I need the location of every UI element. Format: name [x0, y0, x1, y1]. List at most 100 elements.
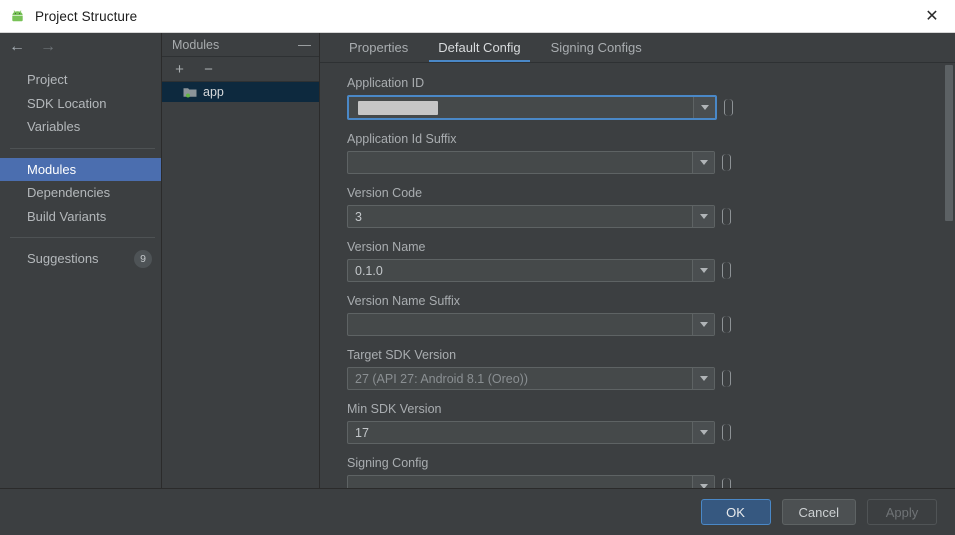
tab-properties[interactable]: Properties	[334, 33, 423, 62]
field-label-signing-config: Signing Config	[347, 456, 429, 470]
combo-value-application-id[interactable]	[349, 100, 693, 115]
tab-signing-configs[interactable]: Signing Configs	[536, 33, 657, 62]
android-icon	[9, 8, 26, 25]
chevron-down-icon[interactable]	[692, 152, 714, 173]
field-row	[347, 95, 955, 120]
modules-toolbar: + −	[162, 57, 319, 82]
dialog-body: ← → Project SDK Location Variables Modules D…	[0, 33, 955, 488]
combo-application-id[interactable]	[347, 95, 717, 120]
module-row[interactable]: app	[162, 82, 319, 102]
chevron-down-icon[interactable]	[692, 314, 714, 335]
tab-label: Signing Configs	[550, 40, 642, 55]
module-row-label: app	[203, 85, 224, 99]
sidebar-item-sdk-location[interactable]: SDK Location	[0, 92, 161, 116]
sidebar-divider	[10, 237, 155, 238]
sidebar-nav-arrows: ← →	[0, 33, 161, 61]
sidebar-item-build-variants[interactable]: Build Variants	[0, 205, 161, 229]
combo-min-sdk-version[interactable]: 17	[347, 421, 715, 444]
field-version-name: Version Name 0.1.0	[320, 240, 955, 282]
variable-binding-icon[interactable]	[722, 370, 731, 387]
collapse-icon[interactable]: —	[298, 38, 311, 51]
content-pane: Properties Default Config Signing Configs …	[320, 33, 955, 488]
chevron-down-icon[interactable]	[692, 476, 714, 488]
field-label-application-id-suffix: Application Id Suffix	[347, 132, 457, 146]
field-row: 27 (API 27: Android 8.1 (Oreo))	[347, 367, 955, 390]
chevron-down-icon[interactable]	[693, 97, 715, 118]
combo-value-min-sdk-version[interactable]: 17	[348, 426, 692, 440]
close-icon[interactable]: ✕	[909, 0, 955, 33]
variable-binding-icon[interactable]	[722, 478, 731, 488]
field-row	[347, 475, 955, 488]
vertical-scrollbar[interactable]	[942, 63, 955, 488]
field-row: 17	[347, 421, 955, 444]
cancel-button[interactable]: Cancel	[781, 499, 856, 525]
field-row	[347, 151, 955, 174]
sidebar-item-label: SDK Location	[27, 95, 107, 111]
field-version-code: Version Code 3	[320, 186, 955, 228]
redacted-value	[358, 100, 438, 115]
window-titlebar: Project Structure ✕	[0, 0, 955, 33]
sidebar-item-variables[interactable]: Variables	[0, 115, 161, 139]
variable-binding-icon[interactable]	[722, 154, 731, 171]
field-target-sdk-version: Target SDK Version 27 (API 27: Android 8.…	[320, 348, 955, 390]
ok-button[interactable]: OK	[700, 499, 771, 525]
combo-target-sdk-version[interactable]: 27 (API 27: Android 8.1 (Oreo))	[347, 367, 715, 390]
variable-binding-icon[interactable]	[722, 424, 731, 441]
variable-binding-icon[interactable]	[722, 316, 731, 333]
sidebar-item-label: Project	[27, 72, 68, 88]
field-label-target-sdk-version: Target SDK Version	[347, 348, 457, 362]
chevron-down-icon[interactable]	[692, 422, 714, 443]
combo-value-target-sdk-version[interactable]: 27 (API 27: Android 8.1 (Oreo))	[348, 372, 692, 386]
forward-arrow-icon[interactable]: →	[39, 39, 57, 55]
remove-module-button[interactable]: −	[202, 62, 215, 77]
window-title: Project Structure	[35, 8, 138, 24]
tab-bar: Properties Default Config Signing Configs	[320, 33, 955, 63]
sidebar-item-label: Dependencies	[27, 185, 111, 201]
tab-label: Properties	[349, 40, 409, 55]
combo-version-name[interactable]: 0.1.0	[347, 259, 715, 282]
add-module-button[interactable]: +	[173, 62, 186, 77]
sidebar-item-label: Variables	[27, 119, 81, 135]
combo-signing-config[interactable]	[347, 475, 715, 488]
project-structure-dialog: Project Structure ✕ ← → Project SDK Locat…	[0, 0, 955, 535]
field-row: 0.1.0	[347, 259, 955, 282]
sidebar-item-project[interactable]: Project	[0, 68, 161, 92]
combo-value-version-code[interactable]: 3	[348, 210, 692, 224]
combo-version-code[interactable]: 3	[347, 205, 715, 228]
chevron-down-icon[interactable]	[692, 368, 714, 389]
modules-panel-header: Modules —	[162, 33, 319, 57]
dialog-footer: OK Cancel Apply	[0, 488, 955, 535]
sidebar-item-suggestions[interactable]: Suggestions 9	[0, 247, 161, 271]
module-folder-icon	[183, 86, 197, 98]
scrollbar-thumb[interactable]	[945, 65, 953, 221]
field-label-version-name: Version Name	[347, 240, 426, 254]
variable-binding-icon[interactable]	[722, 262, 731, 279]
sidebar-list: Project SDK Location Variables Modules Depen…	[0, 61, 161, 271]
sidebar-divider	[10, 147, 155, 149]
suggestions-count-badge: 9	[134, 249, 152, 268]
field-label-version-code: Version Code	[347, 186, 423, 200]
sidebar-item-label: Build Variants	[27, 208, 107, 224]
modules-panel: Modules — + − app	[162, 33, 320, 488]
field-version-name-suffix: Version Name Suffix	[320, 294, 955, 336]
sidebar-item-dependencies[interactable]: Dependencies	[0, 181, 161, 205]
back-arrow-icon[interactable]: ←	[8, 39, 26, 55]
field-label-application-id: Application ID	[347, 76, 425, 90]
sidebar: ← → Project SDK Location Variables Modules D…	[0, 33, 162, 488]
field-row	[347, 313, 955, 336]
field-application-id: Application ID	[320, 76, 955, 120]
module-tree: app	[162, 82, 319, 102]
combo-version-name-suffix[interactable]	[347, 313, 715, 336]
variable-binding-icon[interactable]	[722, 208, 731, 225]
modules-panel-title: Modules	[172, 37, 220, 52]
field-application-id-suffix: Application Id Suffix	[320, 132, 955, 174]
combo-application-id-suffix[interactable]	[347, 151, 715, 174]
variable-binding-icon[interactable]	[724, 99, 733, 116]
chevron-down-icon[interactable]	[692, 260, 714, 281]
sidebar-item-modules[interactable]: Modules	[0, 157, 161, 181]
field-row: 3	[347, 205, 955, 228]
tab-default-config[interactable]: Default Config	[423, 33, 535, 62]
combo-value-version-name[interactable]: 0.1.0	[348, 264, 692, 278]
field-signing-config: Signing Config	[320, 456, 955, 488]
chevron-down-icon[interactable]	[692, 206, 714, 227]
